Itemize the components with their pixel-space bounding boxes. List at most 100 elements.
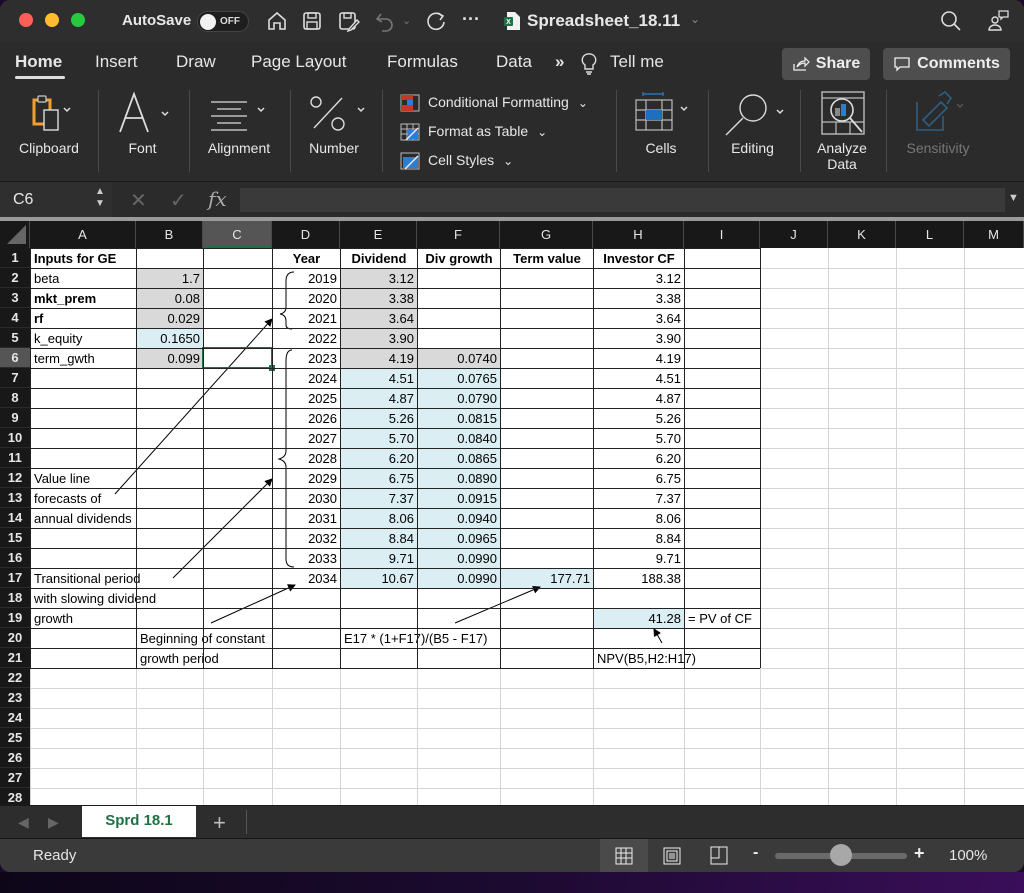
cell-E15[interactable]: 8.84 [341,529,417,549]
page-break-view-icon[interactable] [710,846,728,865]
page-layout-view-icon[interactable] [663,847,681,865]
cell-A14[interactable]: annual dividends [31,509,136,529]
cell-A17[interactable]: Transitional period [31,569,140,589]
fx-icon[interactable]: fx [208,187,227,211]
cell-D1[interactable]: Year [273,249,340,269]
cell-B2[interactable]: 1.7 [137,269,203,289]
cell-H14[interactable]: 8.06 [594,509,684,529]
prev-sheet-icon[interactable]: ◀ [18,814,29,831]
cell-F3[interactable] [418,289,500,309]
row-header-23[interactable]: 23 [0,688,30,708]
row-header-10[interactable]: 10 [0,428,30,448]
cell-E8[interactable]: 4.87 [341,389,417,409]
tab-home[interactable]: Home [15,52,62,72]
font-group[interactable]: Font [100,84,185,181]
row-header-25[interactable]: 25 [0,728,30,748]
row-header-11[interactable]: 11 [0,448,30,468]
cell-F11[interactable]: 0.0865 [418,449,500,469]
format-as-table-button[interactable]: Format as Table ⌄ [400,120,547,142]
cell-H10[interactable]: 5.70 [594,429,684,449]
cell-D5[interactable]: 2022 [273,329,340,349]
cell-H5[interactable]: 3.90 [594,329,684,349]
cell-F12[interactable]: 0.0890 [418,469,500,489]
column-header-K[interactable]: K [828,221,896,248]
tab-formulas[interactable]: Formulas [387,52,458,72]
cell-G17[interactable]: 177.71 [501,569,593,589]
cell-F17[interactable]: 0.0990 [418,569,500,589]
alignment-group[interactable]: Alignment [195,84,283,181]
cell-D2[interactable]: 2019 [273,269,340,289]
cell-D11[interactable]: 2028 [273,449,340,469]
cell-E7[interactable]: 4.51 [341,369,417,389]
cell-B20[interactable]: Beginning of constant [137,629,265,649]
cell-D7[interactable]: 2024 [273,369,340,389]
row-header-18[interactable]: 18 [0,588,30,608]
spreadsheet-grid[interactable]: Inputs for GE beta 1.7 mkt_prem 0.08 rf 0.029 k… [0,221,1024,805]
cell-G1[interactable]: Term value [501,249,593,269]
save-as-icon[interactable] [337,10,361,32]
cell-E1[interactable]: Dividend [341,249,417,269]
column-header-A[interactable]: A [30,221,136,248]
cell-A6[interactable]: term_gwth [31,349,136,369]
cells-group[interactable]: Cells [625,84,697,181]
cell-A2[interactable]: beta [31,269,136,289]
cell-H11[interactable]: 6.20 [594,449,684,469]
row-header-3[interactable]: 3 [0,288,30,308]
row-header-21[interactable]: 21 [0,648,30,668]
document-title[interactable]: Spreadsheet_18.11 [527,11,680,31]
row-header-12[interactable]: 12 [0,468,30,488]
tab-insert[interactable]: Insert [95,52,138,72]
cell-F10[interactable]: 0.0840 [418,429,500,449]
cell-E6[interactable]: 4.19 [341,349,417,369]
column-header-H[interactable]: H [593,221,684,248]
autosave-toggle[interactable]: OFF [197,11,249,32]
row-header-26[interactable]: 26 [0,748,30,768]
cell-E11[interactable]: 6.20 [341,449,417,469]
cell-E17[interactable]: 10.67 [341,569,417,589]
row-header-20[interactable]: 20 [0,628,30,648]
row-header-19[interactable]: 19 [0,608,30,628]
cell-F1[interactable]: Div growth [418,249,500,269]
title-dropdown-icon[interactable]: ⌄ [690,8,700,30]
tell-me-search[interactable]: Tell me [610,52,664,72]
cell-D12[interactable]: 2029 [273,469,340,489]
cell-A13[interactable]: forecasts of [31,489,136,509]
cell-F14[interactable]: 0.0940 [418,509,500,529]
editing-group[interactable]: Editing [715,84,790,181]
cell-D17[interactable]: 2034 [273,569,340,589]
cell-F5[interactable] [418,329,500,349]
undo-dropdown-icon[interactable]: ⌄ [402,10,411,32]
row-header-5[interactable]: 5 [0,328,30,348]
column-header-L[interactable]: L [896,221,964,248]
more-icon[interactable]: ··· [462,8,480,30]
normal-view-button[interactable] [600,839,648,872]
minimize-window-button[interactable] [45,13,59,27]
cell-E2[interactable]: 3.12 [341,269,417,289]
cell-F4[interactable] [418,309,500,329]
tab-page-layout[interactable]: Page Layout [251,52,346,72]
cell-F8[interactable]: 0.0790 [418,389,500,409]
cell-E3[interactable]: 3.38 [341,289,417,309]
cell-H6[interactable]: 4.19 [594,349,684,369]
zoom-slider-thumb[interactable] [830,844,852,866]
cell-A1[interactable]: Inputs for GE [31,249,136,269]
cell-H17[interactable]: 188.38 [594,569,684,589]
select-all-button[interactable] [0,221,30,248]
cell-H2[interactable]: 3.12 [594,269,684,289]
enter-check-icon[interactable]: ✓ [170,188,187,213]
add-sheet-button[interactable]: + [213,810,226,836]
more-tabs-icon[interactable]: » [555,52,564,72]
zoom-window-button[interactable] [71,13,85,27]
cell-B21[interactable]: growth period [137,649,219,669]
cell-A5[interactable]: k_equity [31,329,136,349]
column-header-E[interactable]: E [340,221,417,248]
row-header-7[interactable]: 7 [0,368,30,388]
cell-H12[interactable]: 6.75 [594,469,684,489]
cell-E14[interactable]: 8.06 [341,509,417,529]
row-header-13[interactable]: 13 [0,488,30,508]
cell-F16[interactable]: 0.0990 [418,549,500,569]
cell-B5[interactable]: 0.1650 [137,329,203,349]
name-box-stepper[interactable]: ▲ ▼ [95,186,105,210]
cell-D14[interactable]: 2031 [273,509,340,529]
cell-A18[interactable]: with slowing dividend [31,589,156,609]
